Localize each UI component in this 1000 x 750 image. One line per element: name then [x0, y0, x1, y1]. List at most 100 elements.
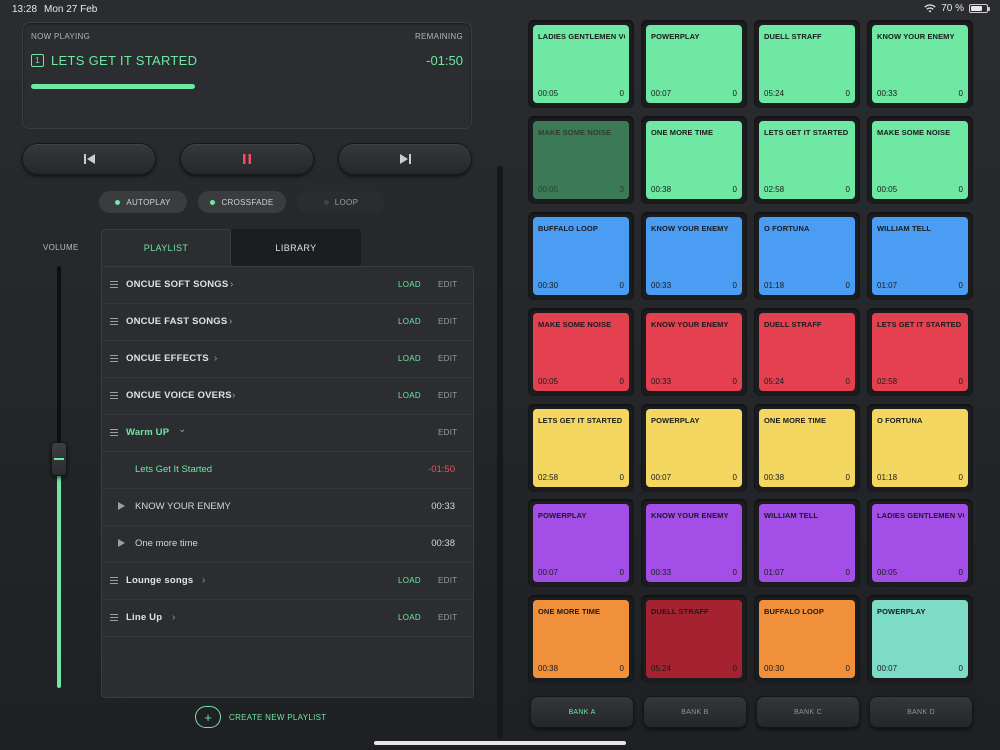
bank-b-button[interactable]: BANK B [643, 696, 747, 728]
sound-pad[interactable]: KNOW YOUR ENEMY 00:33 0 [646, 504, 742, 582]
sound-pad[interactable]: LETS GET IT STARTED 02:58 0 [759, 121, 855, 199]
load-button[interactable]: LOAD [398, 354, 421, 363]
sound-pad[interactable]: LETS GET IT STARTED 02:58 0 [872, 313, 968, 391]
chevron-right-icon[interactable]: › [172, 612, 175, 623]
chevron-right-icon[interactable]: › [229, 316, 232, 327]
sound-pad[interactable]: MAKE SOME NOISE 00:05 3 [533, 121, 629, 199]
pad-play-count: 0 [958, 89, 963, 98]
chevron-down-icon[interactable]: ⌄ [178, 424, 186, 435]
home-indicator[interactable] [374, 741, 626, 745]
pad-duration: 01:18 [877, 473, 898, 482]
playlist-row[interactable]: ONCUE SOFT SONGS › LOAD EDIT [102, 267, 473, 304]
tab-playlist[interactable]: PLAYLIST [101, 229, 231, 266]
pad-duration: 02:58 [538, 473, 559, 482]
autoplay-toggle[interactable]: AUTOPLAY [99, 191, 187, 213]
sound-pad[interactable]: ONE MORE TIME 00:38 0 [759, 409, 855, 487]
drag-handle-icon[interactable] [110, 577, 118, 586]
playlist-row-expanded[interactable]: Warm UP ⌄ EDIT [102, 415, 473, 452]
pad-title: LETS GET IT STARTED [538, 416, 623, 425]
sound-pad[interactable]: ONE MORE TIME 00:38 0 [646, 121, 742, 199]
panel-scrollbar[interactable] [497, 166, 503, 738]
sound-pad[interactable]: POWERPLAY 00:07 0 [646, 25, 742, 103]
track-row-current[interactable]: Lets Get It Started -01:50 [102, 452, 473, 489]
sound-pad[interactable]: KNOW YOUR ENEMY 00:33 0 [872, 25, 968, 103]
track-row[interactable]: One more time 00:38 [102, 526, 473, 563]
sound-pad[interactable]: DUELL STRAFF 05:24 0 [646, 600, 742, 678]
edit-button[interactable]: EDIT [438, 317, 457, 326]
track-duration: 00:33 [431, 501, 455, 512]
sound-pad[interactable]: BUFFALO LOOP 00:30 0 [533, 217, 629, 295]
edit-button[interactable]: EDIT [438, 280, 457, 289]
chevron-right-icon[interactable]: › [232, 390, 235, 401]
sound-pad[interactable]: MAKE SOME NOISE 00:05 0 [533, 313, 629, 391]
drag-handle-icon[interactable] [110, 281, 118, 290]
volume-slider-track[interactable] [57, 266, 61, 688]
pad-slot: BUFFALO LOOP 00:30 0 [528, 212, 634, 300]
load-button[interactable]: LOAD [398, 613, 421, 622]
bank-c-button[interactable]: BANK C [756, 696, 860, 728]
pad-title: ONE MORE TIME [651, 128, 714, 137]
drag-handle-icon[interactable] [110, 429, 118, 438]
pad-duration: 00:30 [764, 664, 785, 673]
playlist-row[interactable]: ONCUE FAST SONGS › LOAD EDIT [102, 304, 473, 341]
sound-pad[interactable]: LETS GET IT STARTED 02:58 0 [533, 409, 629, 487]
load-button[interactable]: LOAD [398, 576, 421, 585]
previous-button[interactable] [22, 143, 156, 175]
sound-pad[interactable]: KNOW YOUR ENEMY 00:33 0 [646, 217, 742, 295]
play-icon[interactable] [118, 539, 125, 547]
sound-pad[interactable]: DUELL STRAFF 05:24 0 [759, 313, 855, 391]
sound-pad[interactable]: WILLIAM TELL 01:07 0 [759, 504, 855, 582]
sound-pad[interactable]: BUFFALO LOOP 00:30 0 [759, 600, 855, 678]
sound-pad[interactable]: O FORTUNA 01:18 0 [872, 409, 968, 487]
pad-play-count: 0 [845, 664, 850, 673]
drag-handle-icon[interactable] [110, 614, 118, 623]
load-button[interactable]: LOAD [398, 391, 421, 400]
edit-button[interactable]: EDIT [438, 391, 457, 400]
load-button[interactable]: LOAD [398, 317, 421, 326]
pad-title: LADIES GENTLEMEN VO [538, 32, 625, 41]
sound-pad[interactable]: WILLIAM TELL 01:07 0 [872, 217, 968, 295]
edit-button[interactable]: EDIT [438, 613, 457, 622]
sound-pad[interactable]: POWERPLAY 00:07 0 [533, 504, 629, 582]
sound-pad[interactable]: MAKE SOME NOISE 00:05 0 [872, 121, 968, 199]
sound-pad[interactable]: LADIES GENTLEMEN VO 00:05 0 [533, 25, 629, 103]
pause-button[interactable] [180, 143, 314, 175]
next-button[interactable] [338, 143, 472, 175]
playlist-row[interactable]: Line Up › LOAD EDIT [102, 600, 473, 637]
loop-toggle[interactable]: LOOP [297, 191, 385, 213]
play-icon[interactable] [118, 502, 125, 510]
sound-pad[interactable]: LADIES GENTLEMEN VO 00:05 0 [872, 504, 968, 582]
sound-pad[interactable]: O FORTUNA 01:18 0 [759, 217, 855, 295]
sound-pad[interactable]: POWERPLAY 00:07 0 [646, 409, 742, 487]
chevron-right-icon[interactable]: › [214, 353, 217, 364]
edit-button[interactable]: EDIT [438, 354, 457, 363]
pad-slot: POWERPLAY 00:07 0 [867, 595, 973, 683]
crossfade-toggle[interactable]: CROSSFADE [198, 191, 286, 213]
chevron-right-icon[interactable]: › [202, 575, 205, 586]
sound-pad[interactable]: KNOW YOUR ENEMY 00:33 0 [646, 313, 742, 391]
bank-a-button[interactable]: BANK A [530, 696, 634, 728]
pad-play-count: 0 [732, 473, 737, 482]
load-button[interactable]: LOAD [398, 280, 421, 289]
drag-handle-icon[interactable] [110, 392, 118, 401]
pad-duration: 00:30 [538, 281, 559, 290]
bank-d-button[interactable]: BANK D [869, 696, 973, 728]
sound-pad[interactable]: POWERPLAY 00:07 0 [872, 600, 968, 678]
create-playlist-button[interactable]: + CREATE NEW PLAYLIST [195, 706, 326, 728]
drag-handle-icon[interactable] [110, 318, 118, 327]
pad-slot: O FORTUNA 01:18 0 [754, 212, 860, 300]
drag-handle-icon[interactable] [110, 355, 118, 364]
playlist-row[interactable]: ONCUE VOICE OVERS › LOAD EDIT [102, 378, 473, 415]
tab-library[interactable]: LIBRARY [231, 229, 361, 266]
playlist-row[interactable]: Lounge songs › LOAD EDIT [102, 563, 473, 600]
sound-pad[interactable]: DUELL STRAFF 05:24 0 [759, 25, 855, 103]
pad-title: WILLIAM TELL [764, 511, 819, 520]
edit-button[interactable]: EDIT [438, 428, 457, 437]
sound-pad[interactable]: ONE MORE TIME 00:38 0 [533, 600, 629, 678]
chevron-right-icon[interactable]: › [230, 279, 233, 290]
pad-title: O FORTUNA [877, 416, 923, 425]
track-row[interactable]: KNOW YOUR ENEMY 00:33 [102, 489, 473, 526]
edit-button[interactable]: EDIT [438, 576, 457, 585]
volume-slider-handle[interactable] [51, 442, 67, 476]
playlist-row[interactable]: ONCUE EFFECTS › LOAD EDIT [102, 341, 473, 378]
